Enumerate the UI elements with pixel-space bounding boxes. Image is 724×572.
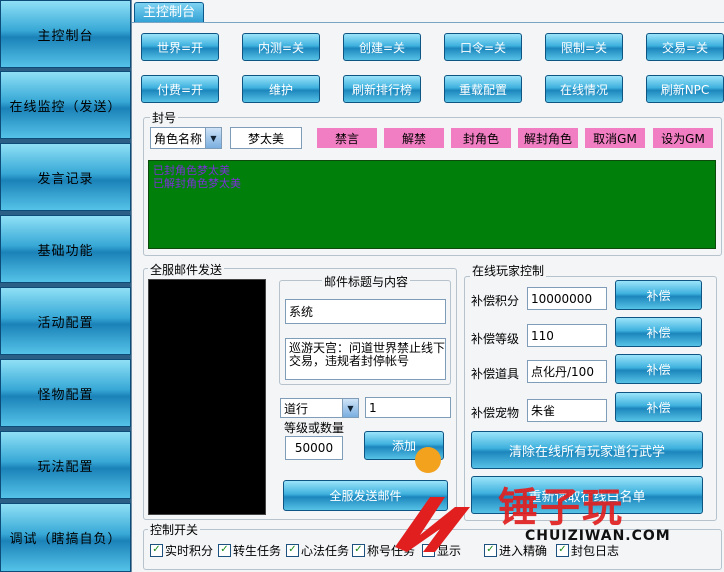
checkmark-icon: ✓ — [352, 544, 365, 557]
comp-item-label: 补偿道具 — [471, 367, 520, 381]
checkmark-icon: ✓ — [556, 544, 569, 557]
character-name-input[interactable]: 梦太美 — [230, 127, 302, 149]
mail-group-title: 全服邮件发送 — [148, 261, 225, 278]
comp-level-label: 补偿等级 — [471, 332, 520, 346]
checkmark-icon: ✓ — [286, 544, 299, 557]
sidebar-item-monster-config[interactable]: 怪物配置 — [0, 359, 131, 427]
trade-toggle-button[interactable]: 交易=关 — [646, 33, 724, 61]
checkbox-label: 显示 — [437, 544, 462, 558]
display-checkbox[interactable]: ✓ 显示 — [422, 542, 461, 559]
sidebar-item-basic-functions[interactable]: 基础功能 — [0, 215, 131, 283]
send-all-mail-button[interactable]: 全服发送邮件 — [283, 480, 448, 511]
ban-type-select[interactable]: 角色名称 ▼ — [150, 127, 222, 149]
chevron-down-icon[interactable]: ▼ — [205, 128, 221, 148]
mail-subject-input[interactable]: 系统 — [285, 299, 446, 324]
online-status-button[interactable]: 在线情况 — [545, 75, 623, 103]
sidebar-item-label: 发言记录 — [37, 171, 94, 187]
comp-pet-input[interactable]: 朱雀 — [527, 399, 607, 422]
packet-log-checkbox[interactable]: ✓ 封包日志 — [556, 542, 619, 559]
set-gm-button[interactable]: 设为GM — [653, 128, 713, 148]
comp-item-button[interactable]: 补偿 — [615, 354, 702, 384]
checkbox-label: 转生任务 — [233, 544, 282, 558]
ban-group-title: 封号 — [150, 109, 179, 126]
limit-toggle-button[interactable]: 限制=关 — [545, 33, 623, 61]
comp-level-button[interactable]: 补偿 — [615, 317, 702, 347]
checkmark-icon: ✓ — [218, 544, 231, 557]
add-item-button[interactable]: 添加 — [364, 431, 444, 460]
realtime-points-checkbox[interactable]: ✓ 实时积分 — [150, 542, 213, 559]
checkmark-icon: ✓ — [422, 544, 435, 557]
reload-config-button[interactable]: 重载配置 — [444, 75, 522, 103]
sidebar-item-chat-log[interactable]: 发言记录 — [0, 143, 131, 211]
sidebar-item-online-monitor[interactable]: 在线监控（发送） — [0, 71, 131, 139]
checkmark-icon: ✓ — [484, 544, 497, 557]
mail-subject-group-title: 邮件标题与内容 — [322, 273, 411, 290]
comp-level-input[interactable]: 110 — [527, 324, 607, 347]
comp-points-label: 补偿积分 — [471, 294, 520, 308]
checkbox-label: 封包日志 — [571, 544, 620, 558]
checkmark-icon: ✓ — [150, 544, 163, 557]
item-type-select[interactable]: 道行 ▼ — [280, 398, 359, 418]
quantity-input[interactable]: 50000 — [285, 436, 343, 460]
revoke-gm-button[interactable]: 取消GM — [585, 128, 645, 148]
chevron-down-icon[interactable]: ▼ — [342, 399, 358, 417]
sidebar-item-label: 基础功能 — [37, 243, 94, 259]
world-toggle-button[interactable]: 世界=开 — [141, 33, 219, 61]
item-type-value: 道行 — [284, 401, 309, 416]
main-panel: 主控制台 世界=开 内测=关 创建=关 口令=关 限制=关 交易=关 付费=开 … — [131, 0, 724, 572]
title-task-checkbox[interactable]: ✓ 称号任务 — [352, 542, 415, 559]
sidebar-item-label: 玩法配置 — [37, 459, 94, 475]
create-toggle-button[interactable]: 创建=关 — [343, 33, 421, 61]
log-line: 已解封角色梦太美 — [153, 177, 241, 190]
checkbox-label: 称号任务 — [367, 544, 416, 558]
checkbox-label: 实时积分 — [165, 544, 214, 558]
internal-test-toggle-button[interactable]: 内测=关 — [242, 33, 320, 61]
sidebar: 主控制台 在线监控（发送） 发言记录 基础功能 活动配置 怪物配置 玩法配置 调… — [0, 0, 131, 572]
sidebar-item-label: 活动配置 — [37, 315, 94, 331]
tab-main-console[interactable]: 主控制台 — [134, 2, 205, 23]
sidebar-item-label: 在线监控（发送） — [9, 99, 122, 115]
unban-character-button[interactable]: 解封角色 — [518, 128, 578, 148]
checkbox-label: 进入精确 — [499, 544, 548, 558]
clear-online-daoxing-button[interactable]: 清除在线所有玩家道行武学 — [471, 431, 703, 469]
mute-button[interactable]: 禁言 — [317, 128, 377, 148]
checkbox-label: 心法任务 — [301, 544, 350, 558]
sidebar-item-gameplay-config[interactable]: 玩法配置 — [0, 431, 131, 499]
comp-pet-button[interactable]: 补偿 — [615, 392, 702, 422]
ban-character-button[interactable]: 封角色 — [451, 128, 511, 148]
quantity-label: 等级或数量 — [284, 421, 345, 435]
ban-log-area: 已封角色梦太美 已解封角色梦太美 — [148, 160, 716, 249]
comp-points-input[interactable]: 10000000 — [527, 287, 607, 310]
sidebar-item-debug[interactable]: 调试（瞎搞自负） — [0, 503, 131, 572]
mail-content-textarea[interactable]: 巡游天宫：问道世界禁止线下交易，违规者封停帐号 — [285, 338, 446, 380]
enter-precise-checkbox[interactable]: ✓ 进入精确 — [484, 542, 547, 559]
sidebar-item-main-console[interactable]: 主控制台 — [0, 0, 131, 68]
rebirth-task-checkbox[interactable]: ✓ 转生任务 — [218, 542, 281, 559]
switches-title: 控制开关 — [148, 521, 201, 538]
comp-points-button[interactable]: 补偿 — [615, 280, 702, 310]
ban-type-value: 角色名称 — [154, 131, 203, 146]
refresh-ranking-button[interactable]: 刷新排行榜 — [343, 75, 421, 103]
maintenance-button[interactable]: 维护 — [242, 75, 320, 103]
sidebar-item-label: 怪物配置 — [37, 387, 94, 403]
password-toggle-button[interactable]: 口令=关 — [444, 33, 522, 61]
comp-pet-label: 补偿宠物 — [471, 406, 520, 420]
log-line: 已封角色梦太美 — [153, 164, 230, 177]
sidebar-item-label: 调试（瞎搞自负） — [9, 532, 122, 547]
mail-item-list[interactable] — [148, 279, 266, 515]
refresh-npc-button[interactable]: 刷新NPC — [646, 75, 724, 103]
tab-divider — [132, 22, 724, 23]
payment-toggle-button[interactable]: 付费=开 — [141, 75, 219, 103]
reload-whitelist-button[interactable]: 重新读取在线白名单 — [471, 476, 703, 514]
sidebar-item-label: 主控制台 — [37, 28, 94, 44]
sidebar-item-activity-config[interactable]: 活动配置 — [0, 287, 131, 355]
player-control-title: 在线玩家控制 — [470, 262, 547, 279]
comp-item-input[interactable]: 点化丹/100 — [527, 360, 607, 383]
item-value-input[interactable]: 1 — [365, 397, 451, 418]
mind-method-task-checkbox[interactable]: ✓ 心法任务 — [286, 542, 349, 559]
unmute-button[interactable]: 解禁 — [384, 128, 444, 148]
